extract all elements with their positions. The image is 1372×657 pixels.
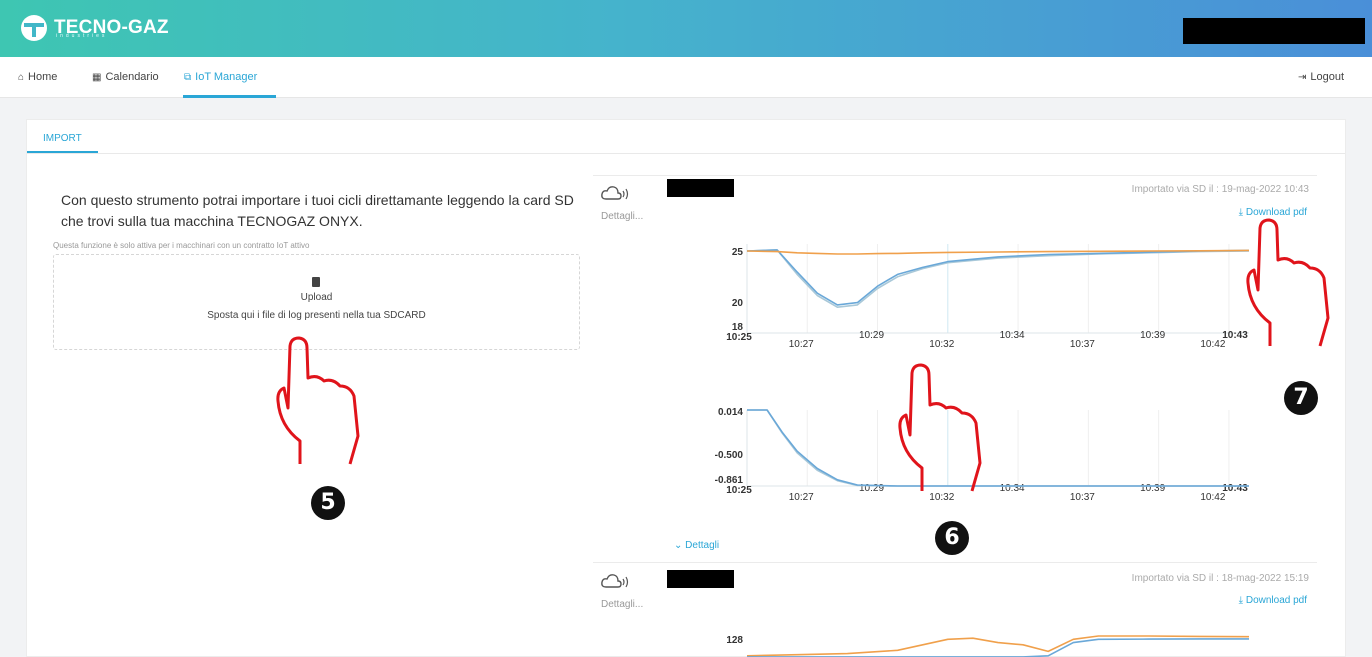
intro-text: Con questo strumento potrai importare i …	[61, 192, 574, 229]
x-tick-label: 10:37	[1070, 339, 1095, 350]
x-tick-label: 10:32	[929, 339, 954, 350]
details-toggle[interactable]: ⌄ Dettagli	[674, 540, 719, 551]
record-divider	[593, 562, 1317, 563]
record-details-label[interactable]: Dettagli...	[601, 211, 643, 222]
download-pdf-label: Download pdf	[1245, 207, 1307, 218]
y-tick-label: 25	[732, 247, 744, 258]
record-details-label[interactable]: Dettagli...	[601, 599, 643, 610]
x-tick-label: 10:43	[1222, 483, 1248, 494]
x-tick-label: 10:25	[726, 332, 752, 343]
x-tick-label: 10:34	[1000, 483, 1025, 494]
details-toggle-label: Dettagli	[685, 540, 720, 551]
nav-calendar-label: Calendario	[105, 71, 159, 83]
nav-home-label: Home	[28, 71, 58, 83]
y-tick-label: -0.500	[715, 450, 744, 461]
x-tick-label: 10:37	[1070, 492, 1095, 503]
nav-iot-manager[interactable]: ⧉ IoT Manager	[184, 71, 257, 83]
record-imported-date: Importato via SD il : 18-mag-2022 15:19	[1131, 573, 1309, 584]
nav-active-indicator	[183, 95, 276, 98]
x-tick-label: 10:27	[789, 339, 814, 350]
x-tick-label: 10:29	[859, 330, 884, 341]
chevron-down-icon: ⌄	[674, 540, 686, 551]
import-panel: IMPORT Con questo strumento potrai impor…	[26, 119, 1346, 657]
x-tick-label: 10:27	[789, 492, 814, 503]
iot-icon: ⧉	[184, 71, 192, 83]
tab-divider	[27, 153, 1345, 154]
download-pdf-link[interactable]: ⤓ Download pdf	[1177, 207, 1307, 218]
app-header: TECNO-GAZ industries	[0, 0, 1372, 57]
temperature-chart[interactable]: 25201810:2510:2710:2910:3210:3410:3710:3…	[677, 238, 1257, 350]
download-pdf-label: Download pdf	[1245, 595, 1307, 606]
tab-import[interactable]: IMPORT	[27, 120, 98, 153]
nav-home[interactable]: ⌂ Home	[18, 71, 57, 83]
record-divider	[593, 175, 1317, 176]
x-tick-label: 10:39	[1140, 483, 1165, 494]
x-tick-label: 10:34	[1000, 330, 1025, 341]
brand-subtitle: industries	[56, 33, 108, 39]
nav-logout[interactable]: ⇥ Logout	[1298, 71, 1344, 83]
upload-subtitle: Sposta qui i file di log presenti nella …	[207, 310, 426, 321]
nav-calendar[interactable]: ▦ Calendario	[92, 71, 159, 83]
hand-pointer-icon	[1246, 218, 1330, 347]
x-tick-label: 10:25	[726, 485, 752, 496]
series-line-1	[747, 409, 1249, 487]
step-badge-5: 5	[311, 486, 345, 520]
cloud-upload-icon	[601, 186, 629, 200]
record-imported-date: Importato via SD il : 19-mag-2022 10:43	[1131, 184, 1309, 195]
x-tick-label: 10:32	[929, 492, 954, 503]
user-redacted[interactable]	[1183, 18, 1365, 44]
brand-logo-icon	[21, 15, 47, 41]
series-line-2	[747, 409, 1249, 487]
step-badge-6: 6	[935, 521, 969, 555]
upload-title: Upload	[300, 292, 333, 303]
device-name-redacted	[667, 179, 734, 197]
y-tick-label: 128	[726, 635, 743, 646]
home-icon: ⌂	[18, 71, 25, 83]
logout-icon: ⇥	[1298, 71, 1307, 83]
device-name-redacted	[667, 570, 734, 588]
series-line-1	[746, 249, 1250, 308]
calendar-icon: ▦	[92, 71, 102, 83]
hand-pointer-icon	[898, 363, 982, 492]
download-icon: ⤓	[1238, 595, 1246, 606]
download-icon: ⤓	[1238, 207, 1246, 218]
nav-logout-label: Logout	[1310, 71, 1345, 83]
y-tick-label: 20	[732, 298, 744, 309]
cloud-upload-icon	[601, 574, 629, 588]
step-badge-7: 7	[1284, 381, 1318, 415]
x-tick-label: 10:39	[1140, 330, 1165, 341]
sdcard-icon	[312, 277, 320, 287]
hand-pointer-icon	[276, 336, 360, 465]
nav-iot-label: IoT Manager	[195, 71, 258, 83]
y-tick-label: 0.014	[718, 407, 743, 418]
main-nav: ⌂ Home ▦ Calendario ⧉ IoT Manager ⇥ Logo…	[0, 57, 1372, 98]
iot-note: Questa funzione è solo attiva per i macc…	[53, 241, 310, 250]
third-chart[interactable]: 128	[677, 628, 1257, 657]
download-pdf-link[interactable]: ⤓ Download pdf	[1177, 595, 1307, 606]
